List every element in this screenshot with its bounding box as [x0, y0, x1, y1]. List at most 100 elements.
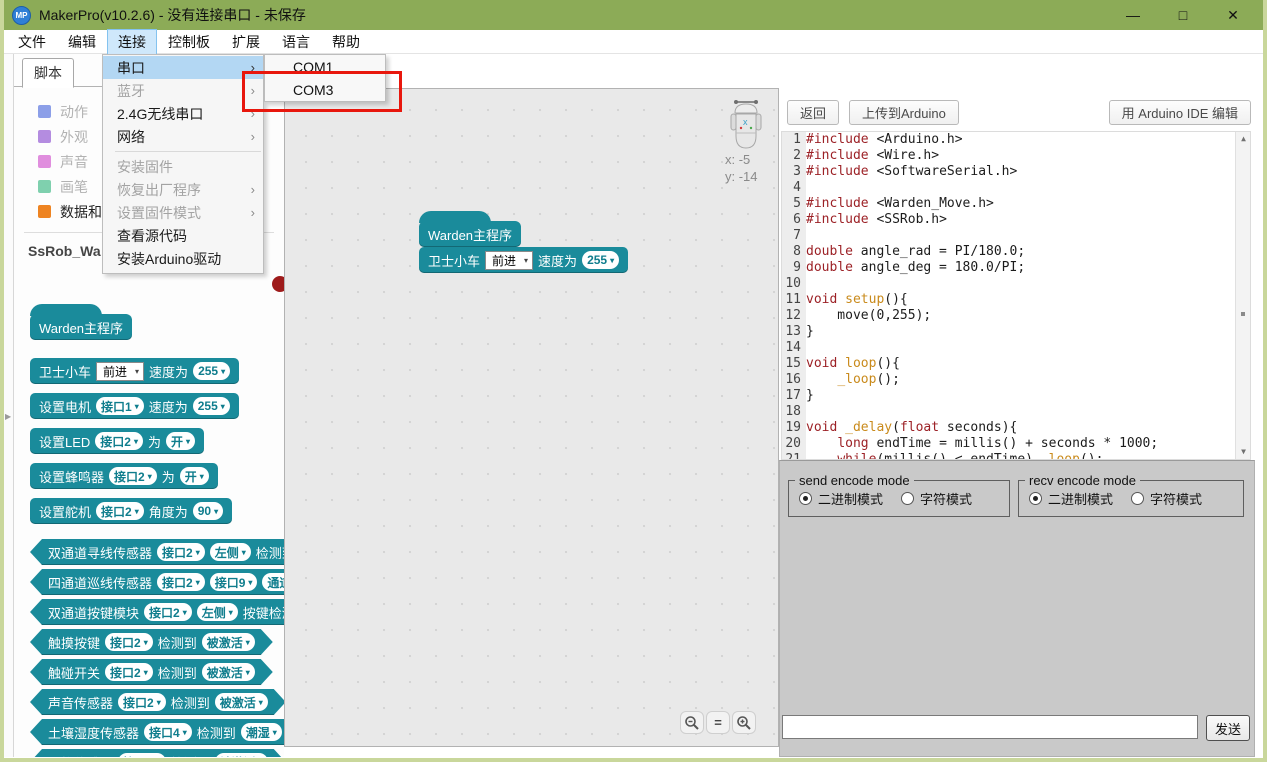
- block-dropdown[interactable]: 255 ▾: [192, 397, 230, 415]
- block-dropdown[interactable]: 接口2 ▾: [157, 573, 205, 591]
- generated-code-view[interactable]: 1 #include <Arduino.h> 2 #include <Wire.h> 3…: [781, 130, 1251, 461]
- zoom-reset-button[interactable]: =: [706, 711, 730, 734]
- block-dropdown[interactable]: 接口2 ▾: [144, 603, 192, 621]
- block-dropdown[interactable]: 接口2 ▾: [118, 693, 166, 711]
- maximize-button[interactable]: □: [1171, 7, 1195, 24]
- code-block[interactable]: Warden主程序: [419, 211, 522, 247]
- block-dropdown[interactable]: 被激活▾: [215, 753, 268, 757]
- menu-item-4[interactable]: 控制板: [158, 30, 220, 54]
- block-dropdown[interactable]: 被激活▾: [202, 633, 255, 651]
- edit-in-arduino-ide-button[interactable]: 用 Arduino IDE 编辑: [1108, 100, 1251, 125]
- line-number: 21: [782, 451, 806, 460]
- block-label: 检测到: [196, 725, 236, 741]
- zoom-in-button[interactable]: [732, 711, 756, 734]
- connect-menu-item[interactable]: 恢复出厂程序 ›: [103, 178, 263, 201]
- block-dropdown[interactable]: 接口9 ▾: [210, 573, 258, 591]
- block-dropdown[interactable]: 通道A▾: [262, 573, 284, 591]
- block-dropdown[interactable]: 开 ▾: [179, 467, 209, 485]
- code-line: 5 #include <Warden_Move.h>: [782, 195, 1250, 212]
- dropdown-arrow-icon: ▾: [245, 637, 250, 647]
- code-line: 7: [782, 227, 1250, 244]
- code-scrollbar[interactable]: ▲ ▼: [1235, 131, 1250, 460]
- code-block[interactable]: 四通道巡线传感器接口2▾ 接口9▾通道A▾: [30, 569, 284, 595]
- block-dropdown[interactable]: 255 ▾: [193, 362, 231, 380]
- recv-binary-radio[interactable]: [1029, 492, 1042, 506]
- send-button[interactable]: 发送: [1206, 715, 1250, 742]
- code-block[interactable]: Warden主程序: [30, 304, 133, 340]
- block-label: 按键检测到: [242, 605, 282, 621]
- code-text: void setup(){: [806, 291, 908, 307]
- block-dropdown[interactable]: 被激活▾: [202, 663, 255, 681]
- block-dropdown[interactable]: 左侧 ▾: [210, 543, 251, 561]
- canvas-script[interactable]: Warden主程序 卫士小车 前进 ▾ 速度为 255 ▾: [419, 211, 629, 273]
- code-block[interactable]: 设置电机 接口1 ▾ 速度为 255 ▾: [30, 393, 239, 419]
- block-dropdown[interactable]: 接口2 ▾: [157, 543, 205, 561]
- scroll-up-icon[interactable]: ▲: [1236, 132, 1250, 147]
- script-canvas[interactable]: x x: -5 y: -14 Warden主程序 卫士小车 前进 ▾ 速度为 255 ▾ =: [284, 88, 779, 747]
- code-block[interactable]: 卫士小车 前进 ▾ 速度为 255 ▾: [419, 247, 629, 273]
- code-block[interactable]: 设置舵机 接口2 ▾ 角度为 90 ▾: [30, 498, 233, 524]
- code-block[interactable]: 触摸按键 接口2 ▾ 检测到 被激活 ▾: [30, 629, 273, 655]
- dropdown-arrow-icon: ▾: [186, 436, 191, 446]
- palette-collapse-strip[interactable]: ▶: [4, 54, 14, 757]
- category-color-swatch: [38, 155, 51, 168]
- code-block[interactable]: 火焰传感器 接口4▾ 检测到 被激活▾: [30, 749, 284, 757]
- block-dropdown[interactable]: 接口4▾: [118, 753, 166, 757]
- menu-item-5[interactable]: 扩展: [222, 30, 270, 54]
- block-dropdown[interactable]: 潮湿 ▾: [241, 723, 282, 741]
- code-text: #include <Arduino.h>: [806, 131, 963, 147]
- block-dropdown[interactable]: 前进 ▾: [485, 250, 534, 270]
- code-block[interactable]: 土壤湿度传感器 接口4 ▾ 检测到 潮湿 ▾: [30, 719, 284, 745]
- block-dropdown[interactable]: 接口2 ▾: [109, 467, 157, 485]
- connect-menu-item[interactable]: 查看源代码: [103, 224, 263, 247]
- code-block[interactable]: 触碰开关 接口2 ▾ 检测到 被激活 ▾: [30, 659, 273, 685]
- connect-menu-item[interactable]: 安装Arduino驱动: [103, 247, 263, 270]
- close-button[interactable]: ✕: [1221, 7, 1245, 24]
- send-char-radio[interactable]: [901, 492, 915, 506]
- block-dropdown[interactable]: 前进 ▾: [96, 361, 145, 381]
- code-block[interactable]: 声音传感器 接口2 ▾ 检测到 被激活 ▾: [30, 689, 284, 715]
- code-block[interactable]: 双通道寻线传感器接口2▾左侧▾检测到黑线▾: [30, 539, 284, 565]
- send-binary-radio[interactable]: [799, 492, 812, 506]
- back-button[interactable]: 返回: [787, 100, 840, 125]
- connect-menu-item[interactable]: 网络 ›: [103, 125, 263, 148]
- code-block[interactable]: 卫士小车 前进 ▾ 速度为 255 ▾: [30, 358, 240, 384]
- code-block[interactable]: 设置LED 接口2 ▾ 为开 ▾: [30, 428, 205, 454]
- block-dropdown[interactable]: 255 ▾: [582, 251, 620, 269]
- menu-item-7[interactable]: 帮助: [322, 30, 370, 54]
- sprite-x-coordinate: x: -5: [725, 152, 751, 167]
- category-label: 外观: [60, 128, 88, 145]
- block-dropdown[interactable]: 开 ▾: [166, 432, 196, 450]
- scroll-down-icon[interactable]: ▼: [1236, 444, 1250, 459]
- tab-script[interactable]: 脚本: [22, 58, 74, 88]
- code-block[interactable]: 设置蜂鸣器 接口2 ▾ 为开 ▾: [30, 463, 218, 489]
- block-dropdown[interactable]: 接口2 ▾: [105, 633, 153, 651]
- menu-item-2[interactable]: 编辑: [58, 30, 106, 54]
- robot-sprite-icon[interactable]: x: [727, 97, 767, 156]
- block-dropdown[interactable]: 接口2 ▾: [96, 502, 144, 520]
- connect-menu-item[interactable]: 蓝牙 ›: [103, 79, 263, 102]
- code-text: }: [806, 387, 814, 403]
- recv-char-radio[interactable]: [1131, 492, 1145, 506]
- block-dropdown[interactable]: 被激活▾: [215, 693, 268, 711]
- connect-menu-item[interactable]: 串口 ›: [103, 56, 263, 79]
- block-dropdown[interactable]: 接口2 ▾: [95, 432, 143, 450]
- connect-menu-item[interactable]: 2.4G无线串口 ›: [103, 102, 263, 125]
- zoom-out-button[interactable]: [680, 711, 704, 734]
- block-dropdown[interactable]: 90 ▾: [192, 502, 224, 520]
- menu-item-6[interactable]: 语言: [272, 30, 320, 54]
- upload-to-arduino-button[interactable]: 上传到Arduino: [849, 100, 959, 125]
- connect-menu-item[interactable]: 安装固件: [103, 155, 263, 178]
- block-dropdown[interactable]: 接口1 ▾: [96, 397, 144, 415]
- code-block[interactable]: 双通道按键模块接口2▾ 左侧▾按键检测到: [30, 599, 284, 625]
- serial-send-input[interactable]: [782, 715, 1198, 740]
- menu-item-label: 安装固件: [117, 158, 173, 175]
- block-dropdown[interactable]: 接口2 ▾: [105, 663, 153, 681]
- block-dropdown[interactable]: 接口4▾: [144, 723, 192, 741]
- block-dropdown[interactable]: 左侧 ▾: [197, 603, 238, 621]
- block-label: 双通道按键模块: [48, 605, 140, 621]
- menu-item-1[interactable]: 文件: [8, 30, 56, 54]
- connect-menu-item[interactable]: 设置固件模式 ›: [103, 201, 263, 224]
- minimize-button[interactable]: —: [1121, 7, 1145, 24]
- menu-item-3[interactable]: 连接: [107, 28, 157, 55]
